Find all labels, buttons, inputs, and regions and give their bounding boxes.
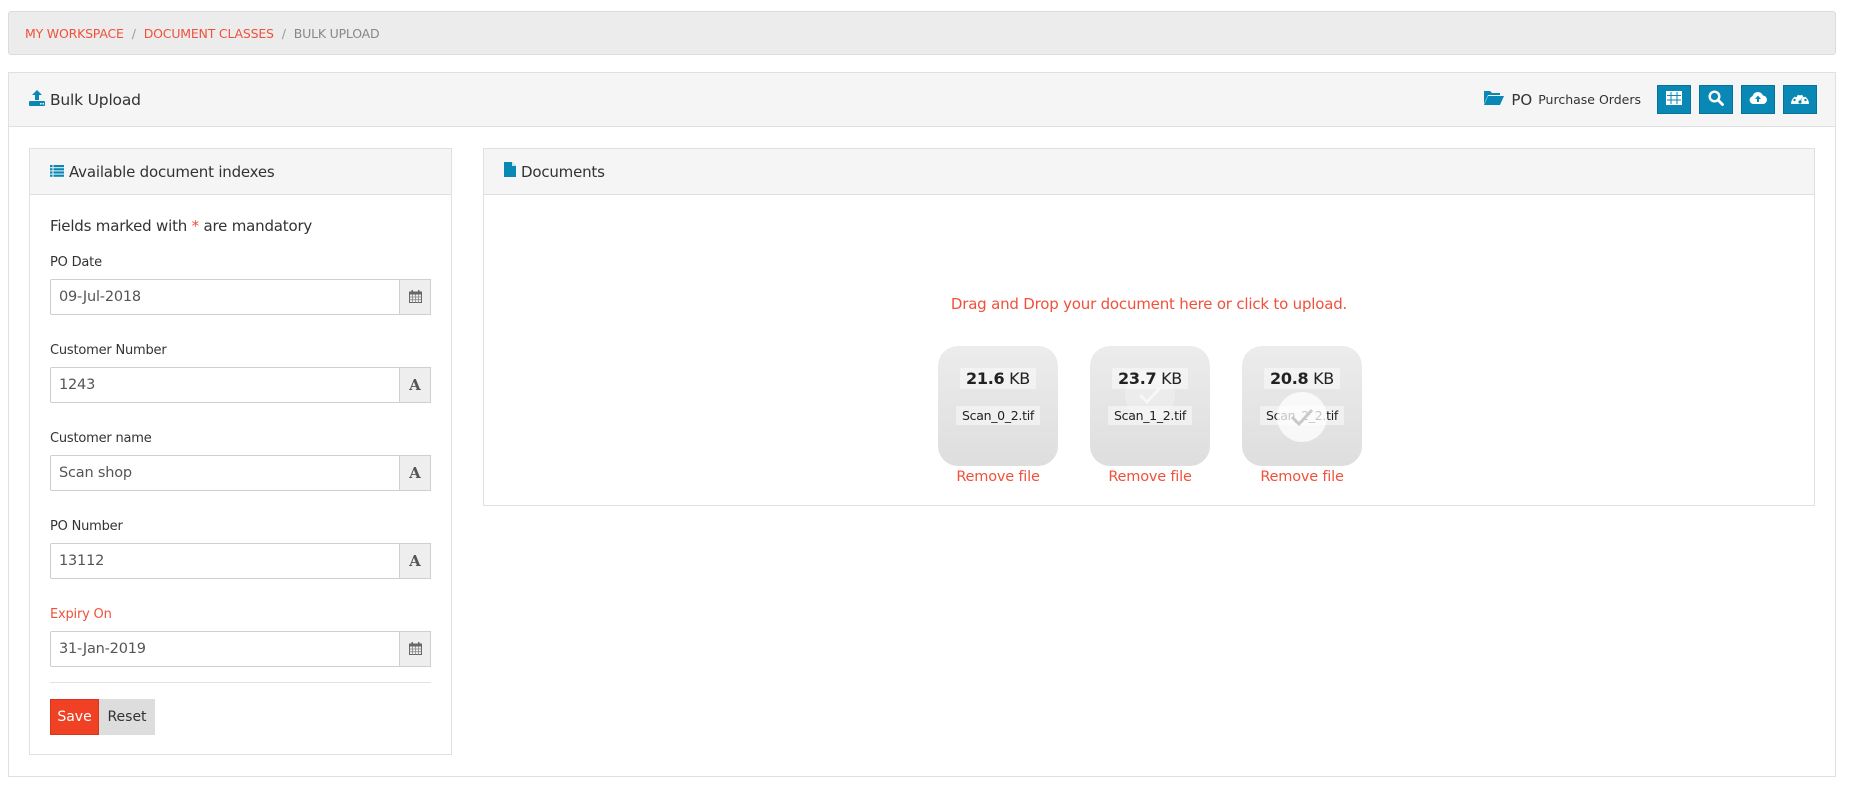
po-number-group: A (50, 543, 431, 579)
file-size-unit: KB (1313, 369, 1334, 388)
expiry-on-label: Expiry On (50, 607, 112, 622)
document-class-name: Purchase Orders (1538, 92, 1641, 107)
breadcrumb-document-classes[interactable]: DOCUMENT CLASSES (144, 26, 274, 41)
file-thumbnail: 21.6 KB Scan_0_2.tif (938, 346, 1058, 466)
dropzone[interactable]: Drag and Drop your document here or clic… (484, 195, 1814, 505)
po-date-input[interactable] (50, 279, 399, 315)
file-thumbnail: 23.7 KB Scan_1_2.tif (1090, 346, 1210, 466)
page-title: Bulk Upload (28, 89, 141, 111)
document-class-label: PO Purchase Orders (1483, 89, 1641, 110)
form-actions: Save Reset (50, 699, 431, 735)
file-name: Scan_1_2.tif (1108, 406, 1192, 425)
file-preview: 20.8 KB Scan_2_2.tif Remove file (1242, 346, 1362, 485)
remove-file-link[interactable]: Remove file (1090, 469, 1210, 485)
document-indexes-title: Available document indexes (69, 162, 275, 181)
file-size: 20.8 KB (1264, 368, 1340, 389)
file-size-unit: KB (1009, 369, 1030, 388)
remove-file-link[interactable]: Remove file (938, 469, 1058, 485)
customer-name-group: A (50, 455, 431, 491)
save-button[interactable]: Save (50, 699, 99, 735)
mandatory-note-prefix: Fields marked with (50, 217, 188, 235)
file-size-value: 20.8 (1270, 369, 1309, 388)
customer-number-addon: A (399, 367, 431, 403)
documents-header: Documents (484, 149, 1814, 195)
customer-number-input[interactable] (50, 367, 399, 403)
mandatory-star: * (191, 217, 200, 235)
bulk-upload-header: Bulk Upload PO Purchase Orders (9, 73, 1835, 127)
po-number-label: PO Number (50, 519, 123, 534)
breadcrumb-current: BULK UPLOAD (293, 25, 380, 41)
file-name: Scan_0_2.tif (956, 406, 1040, 425)
customer-name-addon: A (399, 455, 431, 491)
reset-button[interactable]: Reset (99, 699, 155, 735)
success-check-icon (1277, 392, 1327, 442)
file-size: 21.6 KB (960, 368, 1036, 389)
document-indexes-header: Available document indexes (30, 149, 451, 195)
customer-name-label: Customer name (50, 431, 152, 446)
file-thumbnail: 20.8 KB Scan_2_2.tif (1242, 346, 1362, 466)
expiry-on-picker-button[interactable] (399, 631, 431, 667)
file-size-unit: KB (1161, 369, 1182, 388)
list-icon (50, 163, 64, 181)
index-form: Fields marked with * are mandatory PO Da… (30, 195, 451, 735)
file-icon (504, 162, 516, 181)
mandatory-note-suffix: are mandatory (203, 217, 313, 235)
file-size: 23.7 KB (1112, 368, 1188, 389)
page-title-text: Bulk Upload (50, 90, 141, 109)
dashboard-icon (1790, 90, 1810, 110)
breadcrumb: MY WORKSPACE / DOCUMENT CLASSES / BULK U… (8, 11, 1836, 55)
file-preview: 23.7 KB Scan_1_2.tif Remove file (1090, 346, 1210, 485)
dashboard-button[interactable] (1783, 85, 1817, 114)
expiry-on-group (50, 631, 431, 667)
file-size-value: 21.6 (966, 369, 1005, 388)
po-number-input[interactable] (50, 543, 399, 579)
header-toolbar: PO Purchase Orders (1483, 85, 1817, 114)
table-icon (1666, 90, 1682, 109)
text-icon: A (409, 464, 421, 482)
po-date-group (50, 279, 431, 315)
mandatory-note: Fields marked with * are mandatory (50, 217, 431, 235)
po-date-label: PO Date (50, 255, 102, 270)
cloud-upload-icon (1748, 90, 1768, 109)
po-number-addon: A (399, 543, 431, 579)
breadcrumb-separator: / (281, 25, 286, 41)
expiry-on-input[interactable] (50, 631, 399, 667)
customer-number-label: Customer Number (50, 343, 167, 358)
document-indexes-panel: Available document indexes Fields marked… (29, 148, 452, 755)
file-size-value: 23.7 (1118, 369, 1157, 388)
breadcrumb-my-workspace[interactable]: MY WORKSPACE (25, 26, 124, 41)
search-button[interactable] (1699, 85, 1733, 114)
calendar-icon (408, 288, 422, 307)
text-icon: A (409, 552, 421, 570)
form-divider (50, 682, 431, 683)
file-preview: 21.6 KB Scan_0_2.tif Remove file (938, 346, 1058, 485)
customer-number-group: A (50, 367, 431, 403)
breadcrumb-separator: / (131, 25, 136, 41)
documents-panel: Documents Drag and Drop your document he… (483, 148, 1815, 506)
remove-file-link[interactable]: Remove file (1242, 469, 1362, 485)
folder-open-icon (1483, 89, 1505, 110)
customer-name-input[interactable] (50, 455, 399, 491)
document-class-code: PO (1511, 90, 1533, 109)
upload-icon (28, 89, 46, 111)
dropzone-message[interactable]: Drag and Drop your document here or clic… (484, 295, 1814, 313)
search-icon (1708, 89, 1724, 110)
table-view-button[interactable] (1657, 85, 1691, 114)
upload-button[interactable] (1741, 85, 1775, 114)
documents-title: Documents (521, 162, 605, 181)
calendar-icon (408, 640, 422, 659)
text-icon: A (409, 376, 421, 394)
po-date-picker-button[interactable] (399, 279, 431, 315)
